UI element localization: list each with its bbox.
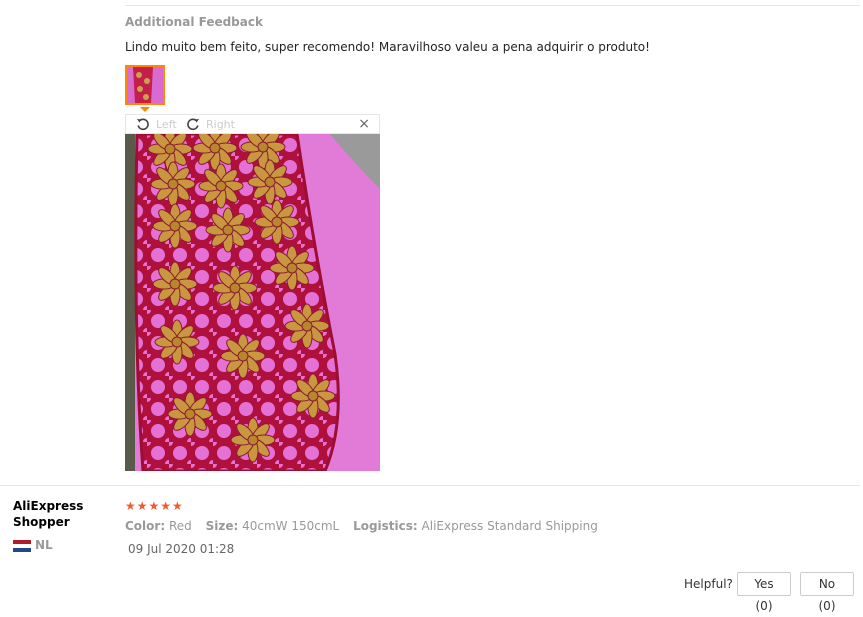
review-photo-large — [125, 134, 380, 471]
top-divider — [125, 5, 860, 6]
star-rating: ★★★★★ — [125, 499, 184, 513]
thumbnail-pointer — [140, 107, 150, 112]
rotate-right-icon — [187, 118, 199, 131]
helpful-label: Helpful? — [684, 577, 733, 591]
rotate-right-label: Right — [206, 117, 235, 131]
flag-icon — [13, 540, 31, 552]
rotate-left-icon — [137, 118, 149, 131]
reviewer-name: AliExpress Shopper — [13, 499, 84, 529]
logistics-value: AliExpress Standard Shipping — [421, 519, 598, 533]
helpful-no-button[interactable]: No (0) — [800, 572, 854, 613]
size-value: 40cmW 150cmL — [242, 519, 340, 533]
color-label: Color: — [125, 519, 166, 533]
helpful-yes-button[interactable]: Yes (0) — [737, 572, 791, 613]
review-photo-thumbnail[interactable] — [125, 65, 165, 105]
review-date: 09 Jul 2020 01:28 — [128, 542, 235, 556]
review-divider — [0, 485, 860, 486]
rotate-left-button[interactable]: Left — [136, 116, 177, 132]
size-label: Size: — [205, 519, 239, 533]
order-attributes: Color: Red Size: 40cmW 150cmL Logistics:… — [125, 519, 598, 533]
additional-feedback-title: Additional Feedback — [125, 15, 263, 29]
review-photo-image — [125, 134, 380, 471]
logistics-label: Logistics: — [353, 519, 418, 533]
review-text: Lindo muito bem feito, super recomendo! … — [125, 40, 650, 54]
reviewer-country: NL — [35, 538, 53, 552]
close-icon[interactable]: × — [358, 116, 370, 132]
image-viewer-toolbar: Left Right × — [125, 114, 380, 134]
thumbnail-image — [127, 67, 163, 103]
rotate-left-label: Left — [156, 117, 177, 131]
color-value: Red — [168, 519, 192, 533]
rotate-right-button[interactable]: Right — [186, 116, 235, 132]
